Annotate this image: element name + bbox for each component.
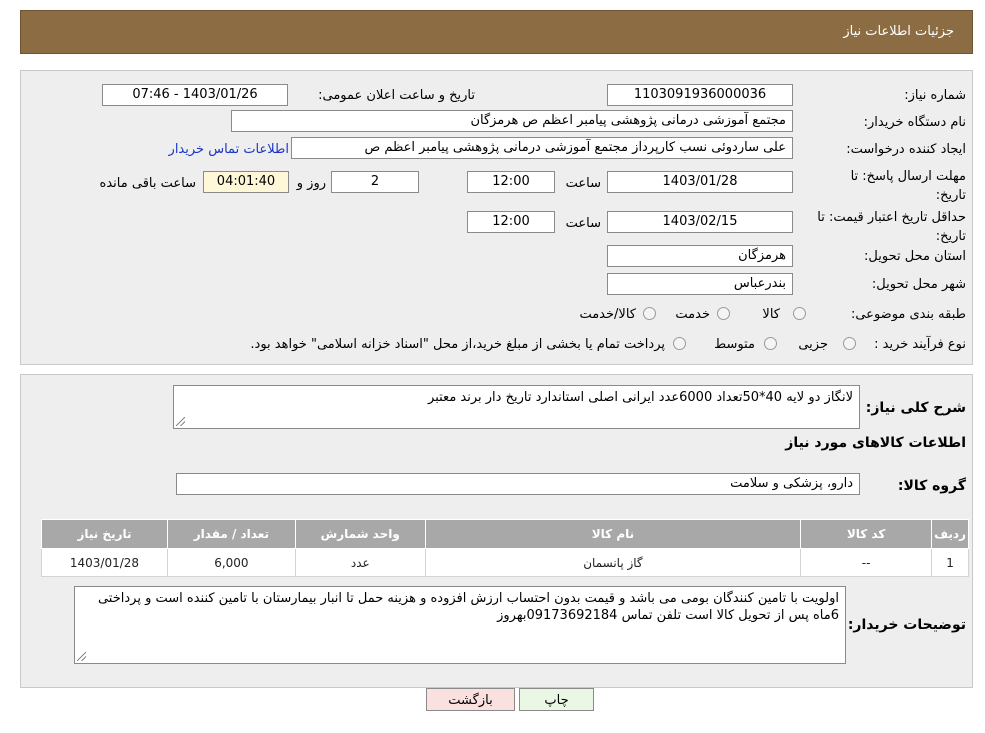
need-info-panel: شماره نیاز: 1103091936000036 تاریخ و ساع… [20, 70, 973, 365]
category-label: طبقه بندی موضوعی: [850, 307, 966, 322]
price-validity-date-field: 1403/02/15 [607, 211, 793, 233]
goods-table: ردیف کد کالا نام کالا واحد شمارش تعداد /… [41, 519, 969, 577]
requester-field: علی ساردوئی نسب کارپرداز مجتمع آموزشی در… [291, 137, 793, 159]
category-option-goods-service: کالا/خدمت [579, 307, 636, 322]
days-label: روز و [296, 176, 326, 191]
province-label: استان محل تحویل: [864, 249, 966, 264]
page-header: جزئیات اطلاعات نیاز [20, 10, 973, 54]
announce-datetime-field: 1403/01/26 - 07:46 [102, 84, 288, 106]
deadline-time-field: 12:00 [467, 171, 555, 193]
requester-label: ایجاد کننده درخواست: [846, 142, 966, 157]
cell-row: 1 [931, 548, 969, 577]
cell-code: -- [800, 548, 933, 577]
back-button[interactable]: بازگشت [426, 688, 515, 711]
announce-datetime-label: تاریخ و ساعت اعلان عمومی: [318, 88, 475, 103]
col-unit: واحد شمارش [294, 519, 426, 549]
resize-grip-icon[interactable] [176, 417, 185, 426]
category-option-goods: کالا [762, 307, 780, 322]
deadline-time-label: ساعت [565, 176, 601, 191]
buyer-notes-textarea[interactable]: اولویت با تامین کنندگان بومی می باشد و ق… [74, 586, 846, 664]
process-option-medium: متوسط [714, 337, 755, 352]
table-row: 1 -- گاز پانسمان عدد 6,000 1403/01/28 [41, 548, 969, 577]
price-validity-label: حداقل تاریخ اعتبار قیمت: تا تاریخ: [817, 210, 966, 244]
buyer-notes-text: اولویت با تامین کنندگان بومی می باشد و ق… [97, 591, 839, 623]
buyer-org-field: مجتمع آموزشی درمانی پژوهشی پیامبر اعظم ص… [231, 110, 793, 132]
col-name: نام کالا [424, 519, 802, 549]
print-button[interactable]: چاپ [519, 688, 594, 711]
process-label: نوع فرآیند خرید : [874, 337, 966, 352]
cell-date: 1403/01/28 [41, 548, 168, 577]
goods-info-title: اطلاعات کالاهای مورد نیاز [785, 435, 966, 451]
category-option-service: خدمت [675, 307, 710, 322]
col-date: تاریخ نیاز [41, 519, 168, 549]
cell-unit: عدد [294, 548, 426, 577]
process-checkbox-treasury[interactable] [673, 337, 686, 350]
deadline-date-field: 1403/01/28 [607, 171, 793, 193]
need-number-field: 1103091936000036 [607, 84, 793, 106]
summary-text: لانگاز دو لایه 40*50تعداد 6000عدد ایرانی… [428, 390, 853, 405]
process-radio-medium[interactable] [764, 337, 777, 350]
summary-textarea[interactable]: لانگاز دو لایه 40*50تعداد 6000عدد ایرانی… [173, 385, 860, 429]
need-number-label: شماره نیاز: [904, 88, 966, 103]
summary-label: شرح کلی نیاز: [865, 400, 966, 416]
province-field: هرمزگان [607, 245, 793, 267]
price-validity-time-field: 12:00 [467, 211, 555, 233]
process-option-minor: جزیی [798, 337, 828, 352]
buyer-org-label: نام دستگاه خریدار: [863, 115, 966, 130]
buyer-contact-link[interactable]: اطلاعات تماس خریدار [169, 142, 289, 157]
city-field: بندرعباس [607, 273, 793, 295]
need-details-panel: شرح کلی نیاز: لانگاز دو لایه 40*50تعداد … [20, 374, 973, 688]
buyer-notes-label: توضیحات خریدار: [847, 617, 966, 633]
resize-grip-icon[interactable] [77, 652, 86, 661]
cell-quantity: 6,000 [166, 548, 296, 577]
category-radio-service[interactable] [717, 307, 730, 320]
city-label: شهر محل تحویل: [871, 277, 966, 292]
cell-name: گاز پانسمان [424, 548, 802, 577]
col-code: کد کالا [800, 519, 933, 549]
deadline-label: مهلت ارسال پاسخ: تا تاریخ: [850, 169, 966, 203]
goods-group-field: دارو، پزشکی و سلامت [176, 473, 860, 495]
process-radio-minor[interactable] [843, 337, 856, 350]
price-validity-time-label: ساعت [565, 216, 601, 231]
col-row: ردیف [931, 519, 969, 549]
page-title: جزئیات اطلاعات نیاز [843, 24, 954, 39]
remaining-label: ساعت باقی مانده [99, 176, 196, 191]
category-radio-goods[interactable] [793, 307, 806, 320]
goods-group-label: گروه کالا: [897, 478, 966, 494]
process-treasury-note: پرداخت تمام یا بخشی از مبلغ خرید،از محل … [250, 337, 665, 352]
remaining-time-field: 04:01:40 [203, 171, 289, 193]
category-radio-goods-service[interactable] [643, 307, 656, 320]
col-quantity: تعداد / مقدار [166, 519, 296, 549]
deadline-days-field: 2 [331, 171, 419, 193]
goods-table-header: ردیف کد کالا نام کالا واحد شمارش تعداد /… [41, 519, 969, 549]
